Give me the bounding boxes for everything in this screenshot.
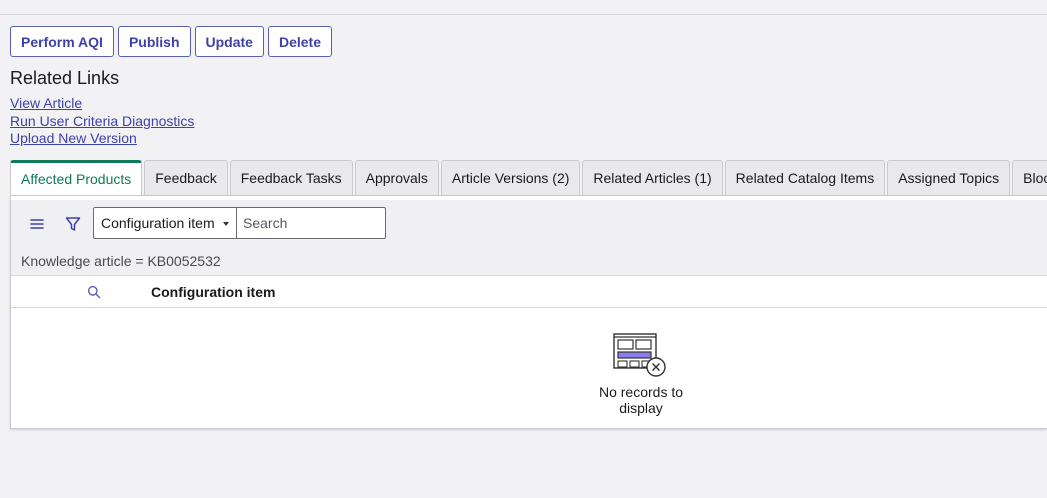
search-field-value: Configuration item — [101, 215, 215, 231]
perform-aqi-button[interactable]: Perform AQI — [10, 26, 114, 57]
empty-list-icon — [612, 332, 668, 378]
list-toolbar: Configuration item — [11, 200, 1047, 246]
tab-blocks[interactable]: Blocks — [1012, 160, 1047, 195]
filter-icon[interactable] — [64, 215, 82, 233]
form-action-bar: Perform AQI Publish Update Delete — [10, 26, 332, 57]
tab-feedback-tasks[interactable]: Feedback Tasks — [229, 160, 353, 195]
table-header-row: Configuration item — [11, 276, 1047, 308]
upload-new-version-link[interactable]: Upload New Version — [10, 130, 194, 148]
hamburger-icon[interactable] — [28, 215, 46, 233]
chevron-down-icon — [223, 222, 229, 226]
tab-assigned-topics[interactable]: Assigned Topics — [887, 160, 1011, 195]
search-icon[interactable] — [87, 285, 101, 299]
search-input[interactable] — [237, 207, 386, 239]
delete-button[interactable]: Delete — [267, 26, 332, 57]
run-user-criteria-diagnostics-link[interactable]: Run User Criteria Diagnostics — [10, 113, 194, 131]
search-field-select[interactable]: Configuration item — [93, 207, 237, 239]
related-links-title: Related Links — [10, 68, 120, 88]
breadcrumb: Knowledge article = KB0052532 — [11, 246, 1047, 276]
publish-button[interactable]: Publish — [117, 26, 191, 57]
update-button[interactable]: Update — [194, 26, 264, 57]
tab-feedback[interactable]: Feedback — [144, 160, 228, 195]
column-header-configuration-item[interactable]: Configuration item — [151, 284, 275, 300]
view-article-link[interactable]: View Article — [10, 95, 194, 113]
related-list-panel: Configuration item Knowledge article = K… — [10, 195, 1047, 429]
tab-affected-products[interactable]: Affected Products — [10, 160, 143, 195]
empty-message: No records to display — [598, 384, 684, 416]
related-list-tabs: Affected Products Feedback Feedback Task… — [10, 160, 1047, 195]
tab-article-versions[interactable]: Article Versions (2) — [440, 160, 581, 195]
tab-approvals[interactable]: Approvals — [354, 160, 439, 195]
related-links-list: View Article Run User Criteria Diagnosti… — [10, 95, 194, 148]
breadcrumb-condition[interactable]: Knowledge article = KB0052532 — [21, 253, 221, 269]
tab-related-catalog-items[interactable]: Related Catalog Items — [724, 160, 886, 195]
tab-related-articles[interactable]: Related Articles (1) — [582, 160, 723, 195]
top-divider — [0, 14, 1047, 15]
